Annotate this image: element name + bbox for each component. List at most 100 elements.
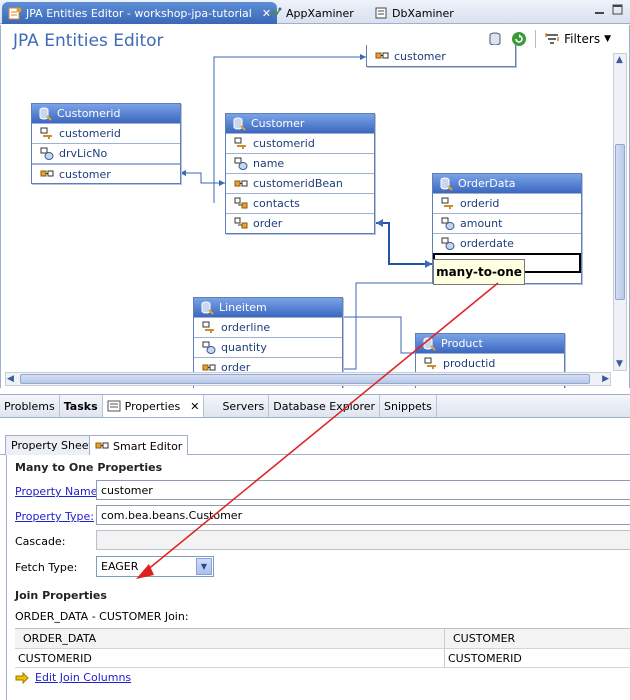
smart-editor-icon [95,442,109,449]
attribute-label: name [253,157,285,170]
dbxaminer-icon [374,6,388,20]
attribute-customer[interactable]: customer [32,163,180,183]
table-header: ORDER_DATA CUSTOMER [15,629,630,649]
tab-database-explorer[interactable]: Database Explorer [269,395,381,417]
entity-icon [39,107,52,121]
entity-name: Lineitem [219,301,267,314]
tab-snippets[interactable]: Snippets [380,395,437,417]
attribute-orderdate[interactable]: orderdate [433,233,581,253]
property-type-link[interactable]: Property Type: [15,510,94,523]
edit-join-columns-label: Edit Join Columns [35,671,132,684]
attribute-order[interactable]: order [226,213,374,233]
entity-icon [233,117,246,131]
horizontal-scrollbar[interactable]: ◀ ▶ [5,372,611,386]
attribute-customer[interactable]: customer [367,45,515,67]
tab-label: Smart Editor [113,439,183,453]
column-header-customer[interactable]: CUSTOMER [445,629,630,648]
properties-icon [107,400,121,412]
scroll-right-icon[interactable]: ▶ [602,374,609,384]
scrollbar-thumb[interactable] [20,374,590,384]
attribute-orderid[interactable]: orderid [433,193,581,213]
entity-header[interactable]: Product [416,334,564,353]
attribute-label: quantity [221,341,267,354]
diagram-canvas[interactable]: JPA Entities Editor Filters ▼ customer C… [0,25,630,388]
tab-property-sheet[interactable]: Property Sheet [5,435,99,455]
chevron-down-icon[interactable]: ▼ [196,558,212,575]
relation-attribute-icon [40,170,54,177]
tab-label: AppXaminer [286,6,354,20]
tab-properties[interactable]: Properties ✕ [102,395,205,417]
properties-subtab-bar: Property Sheet Smart Editor [0,432,630,456]
property-type-field[interactable]: com.bea.beans.Customer [96,505,630,525]
close-tab-icon[interactable]: ✕ [190,400,199,413]
tab-problems[interactable]: Problems [0,395,60,417]
attribute-customerid[interactable]: customerid [226,133,374,153]
attribute-label: customer [59,167,111,181]
attribute-customerid[interactable]: customerid [32,123,180,143]
attribute-label: orderdate [460,237,514,250]
scrollbar-thumb[interactable] [615,144,625,300]
attribute-label: contacts [253,197,300,210]
attribute-label: drvLicNo [59,147,108,160]
fetch-type-select[interactable]: EAGER ▼ [96,556,214,577]
tab-label: DbXaminer [392,6,454,20]
entity-customer[interactable]: Customer customerid name customeridBean … [225,113,375,234]
tab-appxaminer[interactable]: AppXaminer [262,2,360,24]
attribute-productid[interactable]: productid [416,353,564,373]
table-cell[interactable]: CUSTOMERID [15,649,445,667]
attribute-name[interactable]: name [226,153,374,173]
vertical-scrollbar[interactable]: ▲ ▼ [613,53,627,371]
tab-label: Servers [222,399,265,413]
entity-header[interactable]: Lineitem [194,298,342,317]
tab-tasks[interactable]: Tasks [60,395,103,417]
minimize-icon[interactable] [594,4,606,16]
scroll-left-icon[interactable]: ◀ [7,374,14,384]
attribute-amount[interactable]: amount [433,213,581,233]
attribute-customeridbean[interactable]: customeridBean [226,173,374,193]
tab-jpa-entities-editor[interactable]: JPA Entities Editor - workshop-jpa-tutor… [2,2,278,24]
tab-smart-editor[interactable]: Smart Editor [89,435,189,456]
tab-label: Snippets [384,399,432,413]
tab-dbxaminer[interactable]: DbXaminer [368,2,460,24]
basic-attribute-icon [40,147,54,160]
cascade-field[interactable] [96,530,630,550]
attribute-label: orderline [221,321,271,334]
entity-name: Customer [251,117,305,130]
attribute-label: customerid [253,137,315,150]
attribute-contacts[interactable]: contacts [226,193,374,213]
tab-servers[interactable]: Servers [218,395,270,417]
entity-name: Product [441,337,483,350]
entity-icon [423,337,436,351]
tab-label: Database Explorer [273,399,376,413]
filters-button[interactable]: Filters ▼ [544,31,611,47]
key-attribute-icon [441,197,453,209]
entity-customerid[interactable]: Customerid customerid drvLicNo customer [31,103,181,184]
select-value: EAGER [101,560,139,573]
property-name-link[interactable]: Property Name: [15,485,101,498]
scroll-down-icon[interactable]: ▼ [616,359,623,369]
relation-attribute-icon [375,52,389,59]
table-cell[interactable]: CUSTOMERID [445,649,630,667]
entity-name: Customerid [57,107,121,120]
attribute-quantity[interactable]: quantity [194,337,342,357]
attribute-drvlicno[interactable]: drvLicNo [32,143,180,163]
scroll-up-icon[interactable]: ▲ [616,55,623,65]
attribute-label: amount [460,217,503,230]
table-row[interactable]: CUSTOMERID CUSTOMERID [15,649,630,668]
relation-attribute-icon [234,180,248,186]
attribute-label: customerid [59,127,121,140]
column-header-order-data[interactable]: ORDER_DATA [15,629,445,648]
basic-attribute-icon [441,237,455,250]
entity-name: OrderData [458,177,516,190]
fetch-type-label: Fetch Type: [15,561,78,574]
editor-tab-bar: JPA Entities Editor - workshop-jpa-tutor… [0,0,630,24]
attribute-orderline[interactable]: orderline [194,317,342,337]
entity-header[interactable]: OrderData [433,174,581,193]
property-name-field[interactable]: customer [96,480,630,500]
entity-partial-top[interactable]: customer [366,45,516,67]
key-attribute-icon [234,137,246,149]
entity-header[interactable]: Customerid [32,104,180,123]
entity-header[interactable]: Customer [226,114,374,133]
edit-join-columns-link[interactable]: Edit Join Columns [15,671,131,684]
maximize-icon[interactable] [612,4,624,16]
